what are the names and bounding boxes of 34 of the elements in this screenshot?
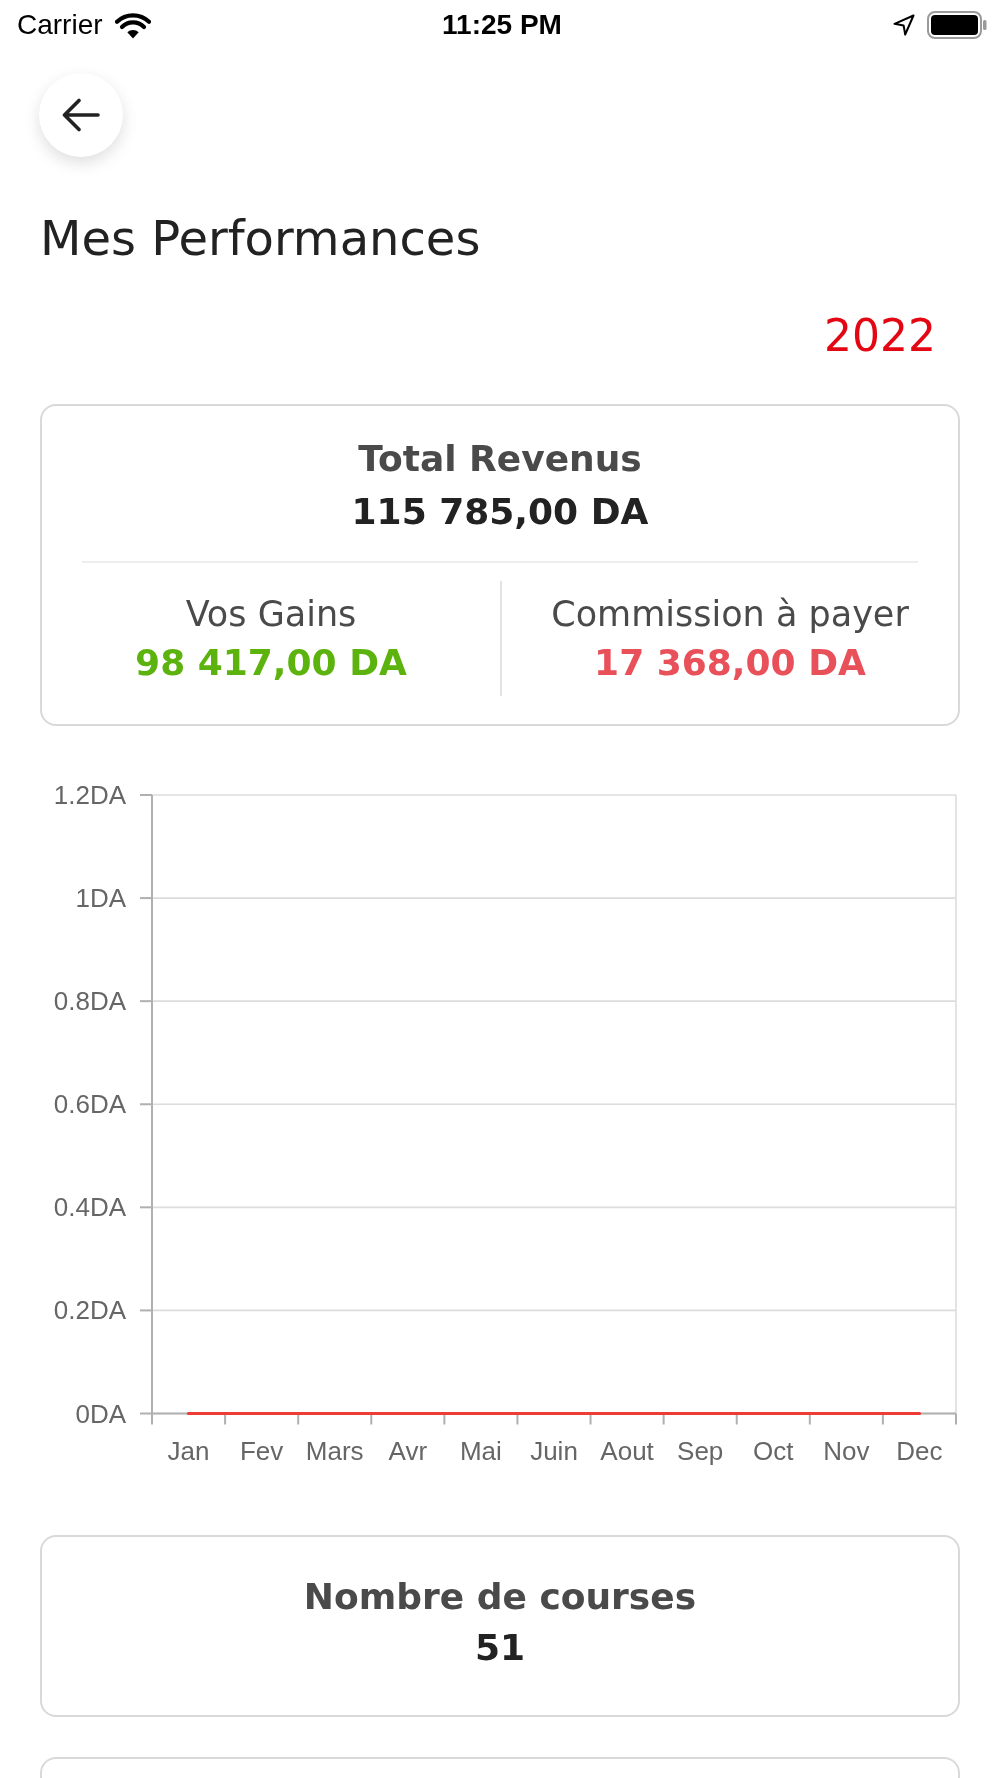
y-axis-label: 0DA: [75, 1398, 126, 1429]
stat-value: 98 417,00 DA: [135, 641, 407, 685]
wifi-icon: [114, 11, 151, 39]
left-arrow-icon: [62, 98, 100, 132]
x-axis-label: Fev: [239, 1436, 284, 1466]
x-axis-label: Mai: [459, 1436, 502, 1466]
stat-label: Vos Gains: [185, 593, 357, 636]
x-axis-label: Nov: [823, 1436, 870, 1466]
x-axis-label: Oct: [753, 1436, 794, 1466]
y-axis-label: 0.2DA: [53, 1295, 126, 1326]
y-axis-label: 1DA: [75, 883, 126, 914]
stat-value: 51: [474, 1627, 526, 1669]
y-axis-label: 1.2DA: [53, 780, 126, 810]
y-axis-label: 0.6DA: [53, 1089, 126, 1120]
stat-value: 17 368,00 DA: [594, 641, 866, 685]
location-arrow-icon: [893, 14, 915, 36]
card-title: Nombre de courses: [303, 1576, 697, 1618]
status-time: 11:25 PM: [442, 9, 562, 41]
card-title: Total Revenus: [358, 438, 642, 480]
x-axis-label: Mars: [305, 1436, 364, 1466]
battery-icon: [927, 11, 987, 39]
stat-label: Commission à payer: [551, 593, 909, 636]
x-axis-label: Jan: [167, 1436, 210, 1466]
year-selector[interactable]: 2022: [824, 310, 936, 362]
page-title: Mes Performances: [40, 210, 481, 266]
x-axis-label: Aout: [600, 1436, 654, 1466]
total-amount: 115 785,00 DA: [351, 491, 649, 533]
x-axis-label: Avr: [388, 1436, 428, 1466]
carrier-name: Carrier: [17, 9, 103, 41]
x-axis-label: Sep: [677, 1436, 724, 1466]
y-axis-label: 0.4DA: [53, 1192, 126, 1223]
y-axis-label: 0.8DA: [53, 986, 126, 1017]
x-axis-label: Dec: [896, 1436, 943, 1466]
x-axis-label: Juin: [530, 1436, 578, 1466]
